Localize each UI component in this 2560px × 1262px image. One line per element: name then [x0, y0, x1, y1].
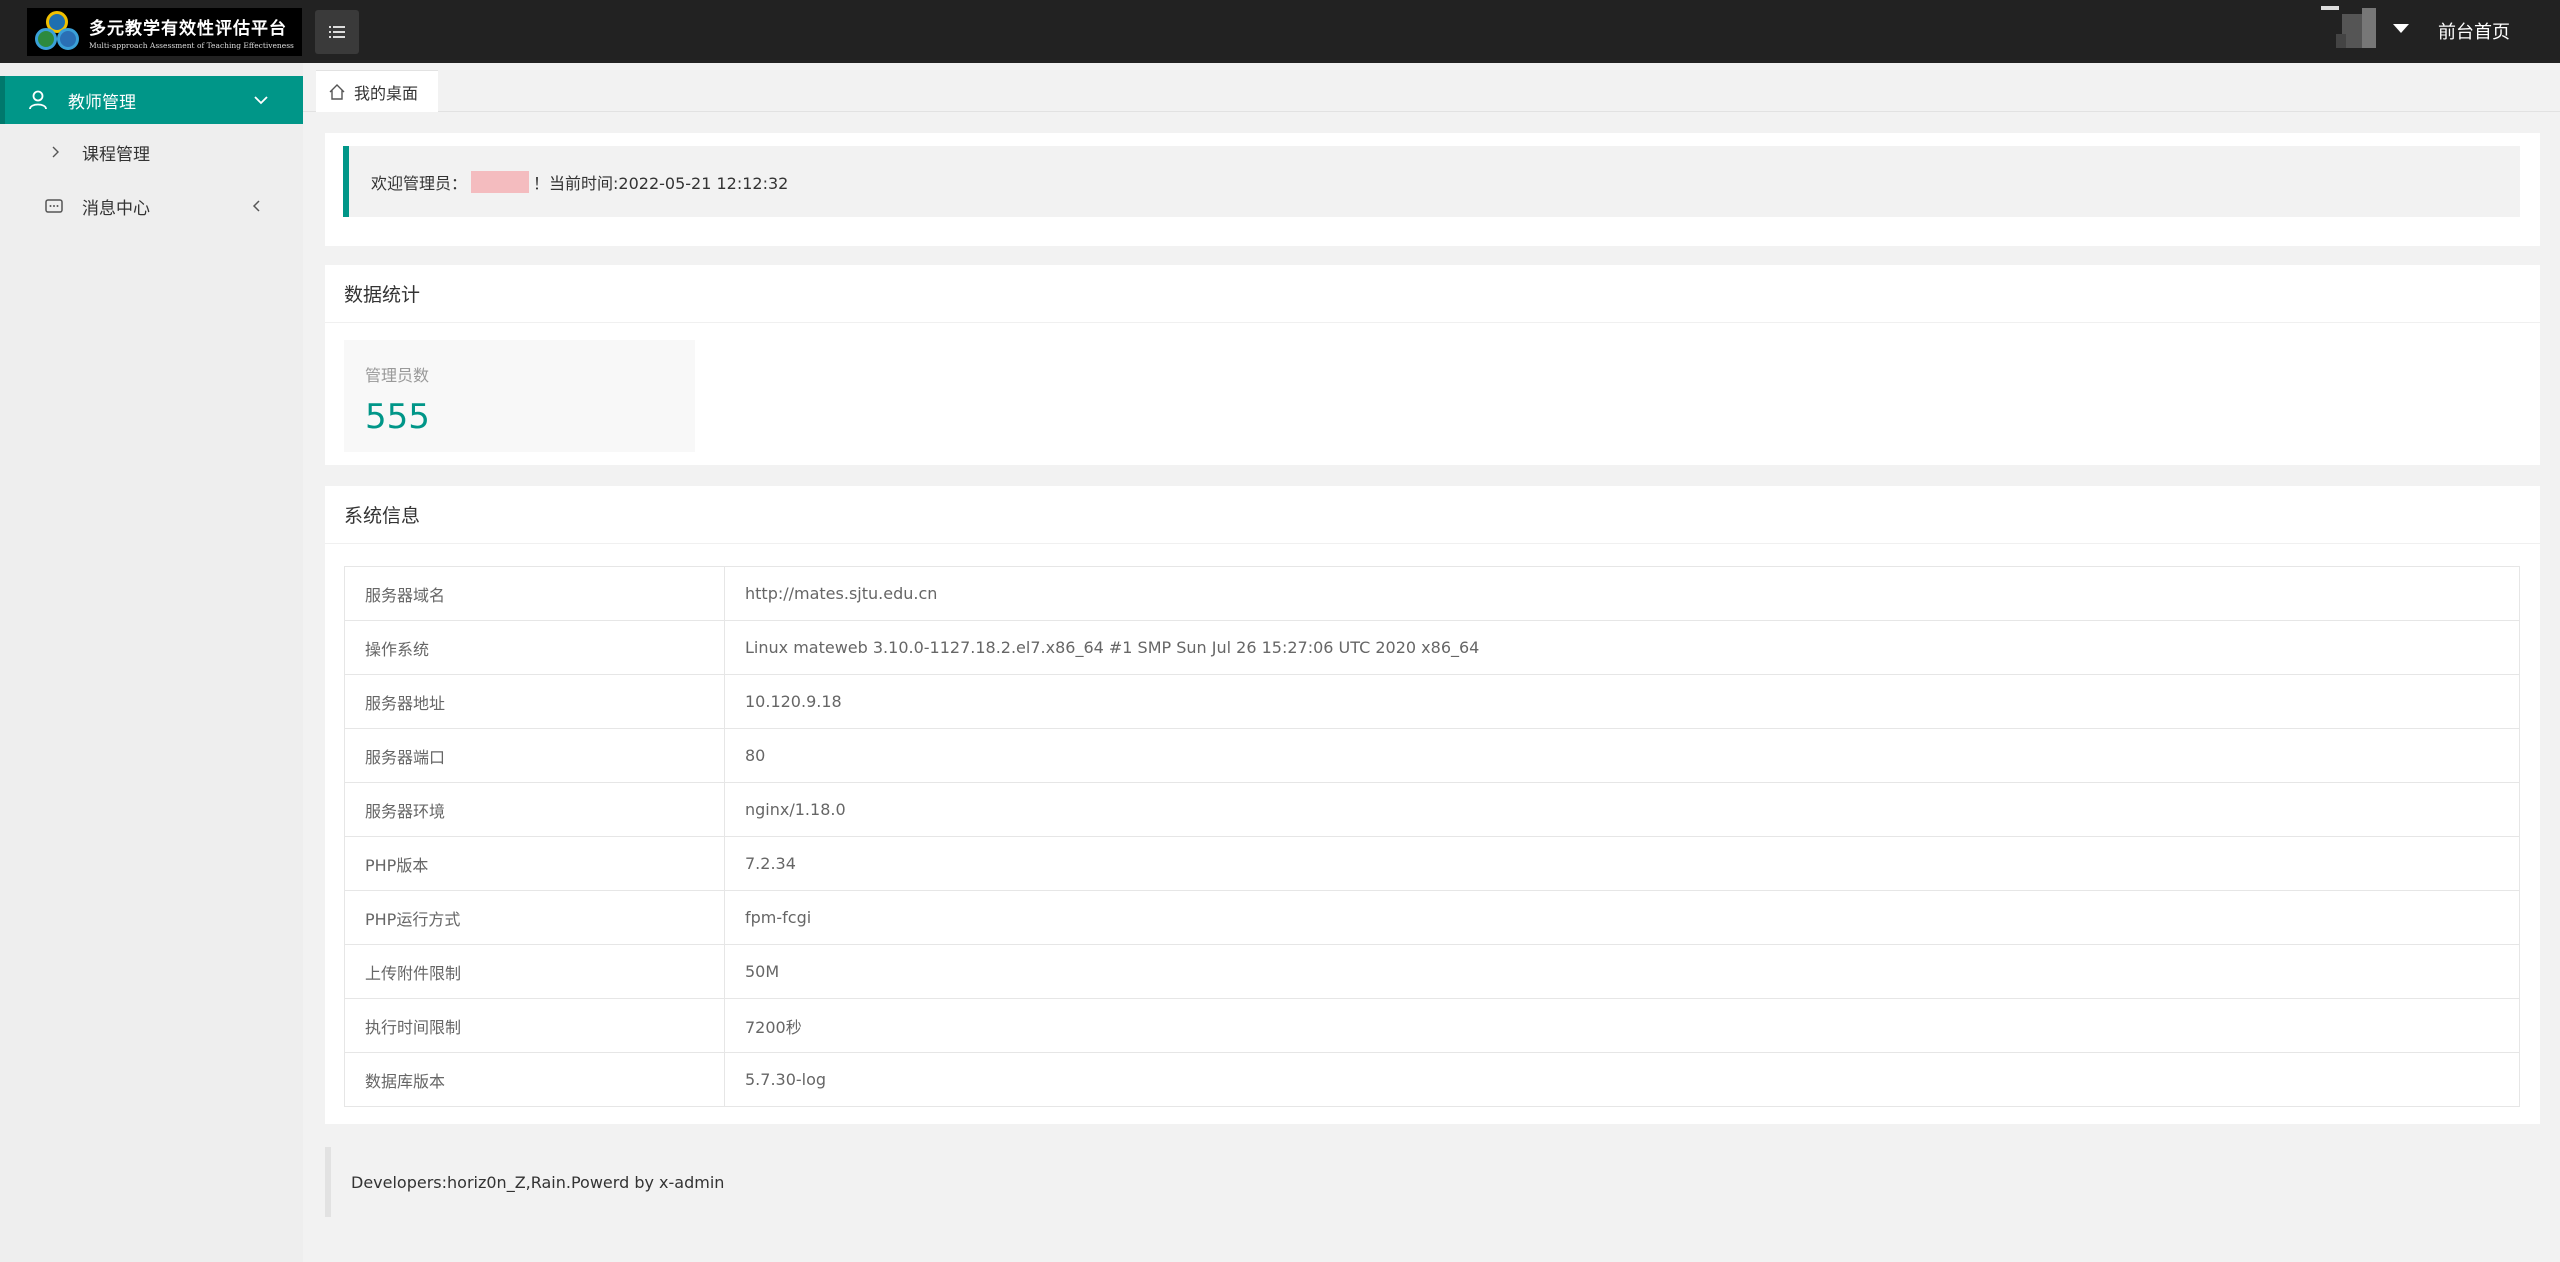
table-row: PHP运行方式 fpm-fcgi: [344, 890, 2520, 945]
tab-label: 我的桌面: [354, 83, 419, 103]
sidebar-item-teacher-management[interactable]: 教师管理: [0, 76, 303, 124]
sidebar-item-label: 课程管理: [82, 144, 150, 165]
table-cell-value: 10.120.9.18: [724, 674, 2520, 729]
chevron-down-icon: [254, 96, 268, 105]
list-icon: [329, 26, 345, 38]
table-cell-value: 5.7.30-log: [724, 1052, 2520, 1107]
data-statistics-card: 数据统计 管理员数 555: [325, 265, 2540, 465]
footer-text: Developers:horiz0n_Z,Rain.Powerd by x-ad…: [351, 1172, 725, 1192]
table-cell-key: 服务器域名: [344, 566, 725, 621]
logo-title: 多元教学有效性评估平台: [89, 19, 287, 39]
table-cell-value: 50M: [724, 944, 2520, 999]
stat-value: 555: [365, 397, 430, 437]
table-row: 操作系统 Linux mateweb 3.10.0-1127.18.2.el7.x…: [344, 620, 2520, 675]
message-icon: [45, 199, 63, 213]
admin-count-stat[interactable]: 管理员数 555: [344, 340, 695, 452]
chevron-left-icon: [252, 200, 260, 212]
stat-label: 管理员数: [365, 366, 430, 385]
system-info-table: 服务器域名 http://mates.sjtu.edu.cn 操作系统 Linux m…: [344, 566, 2520, 1107]
table-row: 服务器端口 80: [344, 728, 2520, 783]
table-cell-value: fpm-fcgi: [724, 890, 2520, 945]
table-cell-key: PHP运行方式: [344, 890, 725, 945]
home-icon: [329, 83, 345, 100]
table-row: 服务器地址 10.120.9.18: [344, 674, 2520, 729]
card-title: 数据统计: [325, 265, 2540, 323]
table-cell-value: nginx/1.18.0: [724, 782, 2520, 837]
table-row: 上传附件限制 50M: [344, 944, 2520, 999]
menu-toggle-button[interactable]: [315, 10, 359, 54]
chevron-right-icon: [52, 146, 59, 158]
sidebar-item-label: 教师管理: [68, 92, 136, 113]
table-row: 执行时间限制 7200秒: [344, 998, 2520, 1053]
logo-mark-icon: [31, 10, 83, 54]
tab-bar: 我的桌面: [303, 63, 2560, 112]
avatar: [2318, 6, 2388, 52]
system-info-card: 系统信息 服务器域名 http://mates.sjtu.edu.cn 操作系统 Li…: [325, 486, 2540, 1124]
table-row: 数据库版本 5.7.30-log: [344, 1052, 2520, 1107]
table-cell-key: 服务器端口: [344, 728, 725, 783]
table-cell-key: 上传附件限制: [344, 944, 725, 999]
card-title: 系统信息: [325, 486, 2540, 544]
welcome-card: 欢迎管理员： ！当前时间:2022-05-21 12:12:32: [325, 133, 2540, 246]
front-home-link[interactable]: 前台首页: [2438, 18, 2510, 44]
table-row: PHP版本 7.2.34: [344, 836, 2520, 891]
logo[interactable]: 多元教学有效性评估平台 Multi-approach Assessment of…: [27, 8, 302, 56]
table-cell-value: 7.2.34: [724, 836, 2520, 891]
table-cell-key: 数据库版本: [344, 1052, 725, 1107]
footer: Developers:horiz0n_Z,Rain.Powerd by x-ad…: [325, 1147, 2540, 1217]
redacted-username: [471, 170, 530, 193]
table-row: 服务器域名 http://mates.sjtu.edu.cn: [344, 566, 2520, 621]
sidebar-item-message-center[interactable]: 消息中心: [0, 180, 303, 232]
user-menu[interactable]: [2318, 6, 2409, 52]
table-cell-value: 80: [724, 728, 2520, 783]
sidebar-item-course-management[interactable]: 课程管理: [0, 124, 303, 180]
tab-my-desktop[interactable]: 我的桌面: [316, 70, 439, 112]
table-cell-key: 服务器环境: [344, 782, 725, 837]
sidebar-item-label: 消息中心: [82, 198, 150, 219]
table-cell-key: 操作系统: [344, 620, 725, 675]
table-cell-key: PHP版本: [344, 836, 725, 891]
table-cell-value: 7200秒: [724, 998, 2520, 1053]
logo-subtitle: Multi-approach Assessment of Teaching Ef…: [89, 41, 294, 50]
caret-down-icon: [2393, 24, 2409, 33]
welcome-suffix: ！当前时间:2022-05-21 12:12:32: [533, 173, 789, 193]
table-row: 服务器环境 nginx/1.18.0: [344, 782, 2520, 837]
table-cell-key: 执行时间限制: [344, 998, 725, 1053]
table-cell-value: http://mates.sjtu.edu.cn: [724, 566, 2520, 621]
table-cell-key: 服务器地址: [344, 674, 725, 729]
table-cell-value: Linux mateweb 3.10.0-1127.18.2.el7.x86_6…: [724, 620, 2520, 675]
top-header: 多元教学有效性评估平台 Multi-approach Assessment of…: [0, 0, 2560, 63]
welcome-prefix: 欢迎管理员：: [371, 173, 468, 193]
welcome-message: 欢迎管理员： ！当前时间:2022-05-21 12:12:32: [343, 146, 2520, 217]
sidebar: 教师管理 课程管理 消息中心: [0, 63, 303, 1262]
user-icon: [29, 90, 47, 110]
